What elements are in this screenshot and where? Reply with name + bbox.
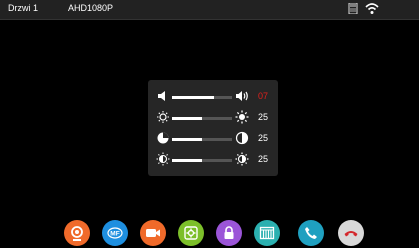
settings-button[interactable] bbox=[178, 220, 204, 246]
sd-card-icon bbox=[348, 3, 358, 14]
door-label: Drzwi 1 bbox=[8, 3, 39, 13]
contrast-value: 25 bbox=[258, 133, 269, 143]
brightness-row: 25 bbox=[148, 109, 278, 127]
contrast-row: 25 bbox=[148, 130, 278, 148]
camera-icon bbox=[71, 226, 83, 241]
speaker-high-icon[interactable] bbox=[235, 89, 249, 103]
bottom-dock: MF bbox=[0, 216, 419, 248]
contrast-slider-fill bbox=[172, 138, 202, 141]
brightness-slider[interactable] bbox=[172, 117, 232, 120]
mf-label: MF bbox=[110, 231, 119, 238]
brightness-slider-fill bbox=[172, 117, 202, 120]
contrast-high-icon[interactable] bbox=[235, 131, 249, 145]
color-slider[interactable] bbox=[172, 159, 232, 162]
speaker-low-icon[interactable] bbox=[156, 89, 170, 103]
camera-button[interactable] bbox=[64, 220, 90, 246]
mf-button[interactable]: MF bbox=[102, 220, 128, 246]
contrast-slider[interactable] bbox=[172, 138, 232, 141]
phone-hangup-icon bbox=[344, 231, 358, 237]
video-record-button[interactable] bbox=[140, 220, 166, 246]
gate-button[interactable] bbox=[254, 220, 280, 246]
volume-slider-fill bbox=[172, 96, 214, 99]
answer-call-button[interactable] bbox=[298, 220, 324, 246]
adjustment-panel: 07 25 25 25 bbox=[148, 80, 278, 176]
gate-icon bbox=[259, 226, 275, 240]
color-row: 25 bbox=[148, 151, 278, 169]
contrast-low-icon[interactable] bbox=[156, 131, 170, 145]
unlock-button[interactable] bbox=[216, 220, 242, 246]
volume-row: 07 bbox=[148, 88, 278, 106]
color-value: 25 bbox=[258, 154, 269, 164]
color-low-icon[interactable] bbox=[156, 152, 170, 166]
brightness-value: 25 bbox=[258, 112, 269, 122]
video-camera-icon bbox=[146, 229, 160, 237]
volume-slider[interactable] bbox=[172, 96, 232, 99]
sun-high-icon[interactable] bbox=[235, 110, 249, 124]
wifi-icon bbox=[365, 3, 379, 14]
sun-low-icon[interactable] bbox=[156, 110, 170, 124]
resolution-label: AHD1080P bbox=[68, 3, 114, 13]
phone-icon bbox=[305, 227, 317, 239]
color-high-icon[interactable] bbox=[235, 152, 249, 166]
volume-value: 07 bbox=[258, 91, 269, 101]
lock-icon bbox=[224, 226, 234, 239]
mf-icon: MF bbox=[107, 227, 123, 239]
gear-icon bbox=[184, 226, 198, 240]
color-slider-fill bbox=[172, 159, 202, 162]
status-bar: Drzwi 1 AHD1080P bbox=[0, 0, 419, 20]
hang-up-button[interactable] bbox=[338, 220, 364, 246]
